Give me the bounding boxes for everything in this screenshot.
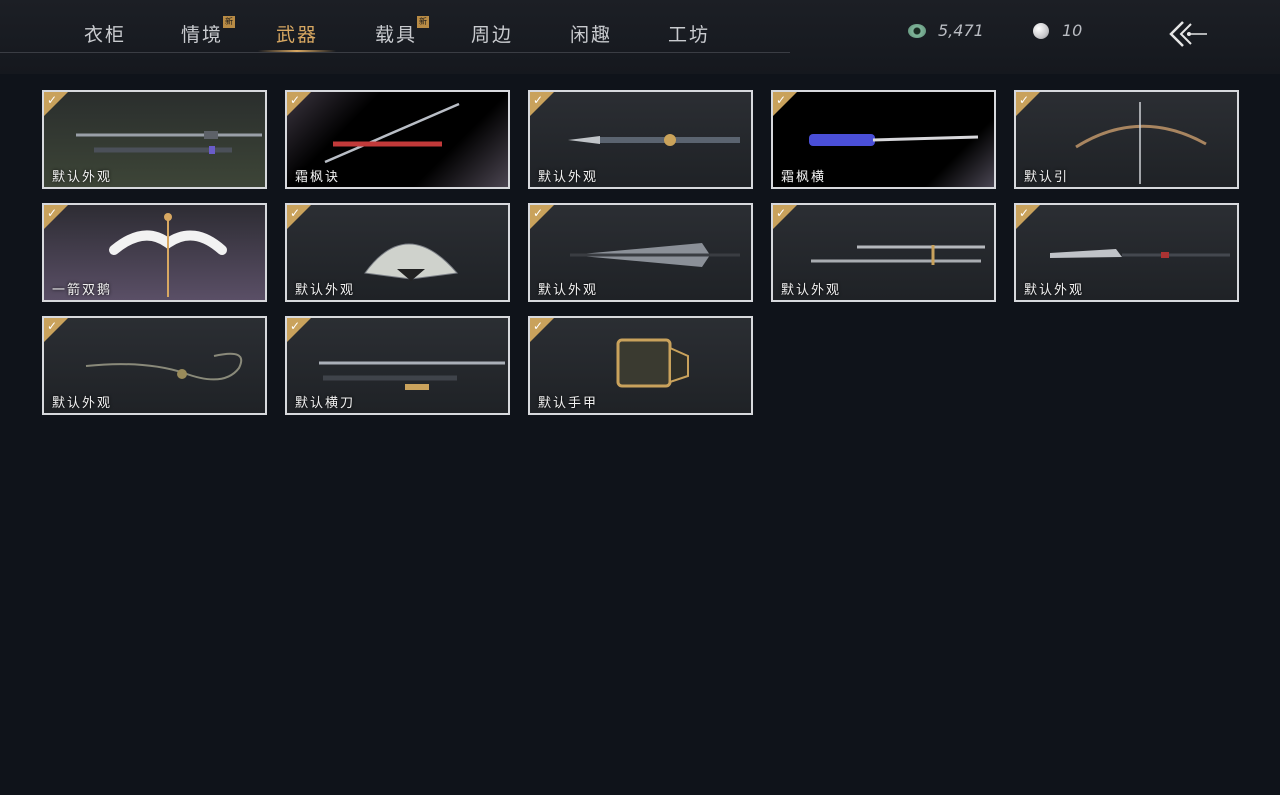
weapon-name: 默认外观 xyxy=(52,170,113,185)
check-icon: ✓ xyxy=(1019,93,1030,107)
check-icon: ✓ xyxy=(290,93,301,107)
tab-wardrobe[interactable]: 衣柜 xyxy=(84,20,126,47)
tab-weapons[interactable]: 武器 xyxy=(276,20,318,47)
check-icon: ✓ xyxy=(1019,206,1030,220)
weapon-name: 默认外观 xyxy=(1024,283,1085,298)
weapon-name: 霜枫横 xyxy=(781,170,827,185)
weapon-card[interactable]: ✓ 默认外观 xyxy=(528,90,753,189)
weapon-name: 默认外观 xyxy=(52,396,113,411)
weapon-name: 默认横刀 xyxy=(295,396,356,411)
category-tabs: 衣柜 情境新 武器 载具新 周边 闲趣 工坊 xyxy=(0,0,790,53)
tab-label: 衣柜 xyxy=(84,24,127,46)
tab-label: 闲趣 xyxy=(570,24,613,46)
new-badge: 新 xyxy=(223,16,236,28)
weapon-card[interactable]: ✓ 默认横刀 xyxy=(285,316,510,415)
weapon-name: 默认外观 xyxy=(538,170,599,185)
check-icon: ✓ xyxy=(533,93,544,107)
weapon-card[interactable]: ✓ 霜枫横 xyxy=(771,90,996,189)
check-icon: ✓ xyxy=(290,319,301,333)
weapon-name: 默认外观 xyxy=(295,283,356,298)
weapon-name: 默认手甲 xyxy=(538,396,599,411)
tab-scene[interactable]: 情境新 xyxy=(181,16,236,47)
tab-label: 武器 xyxy=(276,24,319,46)
check-icon: ✓ xyxy=(47,319,58,333)
check-icon: ✓ xyxy=(776,93,787,107)
weapon-name: 霜枫诀 xyxy=(295,170,341,185)
weapon-card[interactable]: ✓ 默认外观 xyxy=(285,203,510,302)
tab-leisure[interactable]: 闲趣 xyxy=(570,20,612,47)
weapon-name: 默认外观 xyxy=(538,283,599,298)
weapon-card[interactable]: ✓ 默认外观 xyxy=(1014,203,1239,302)
weapon-card[interactable]: ✓ 霜枫诀 xyxy=(285,90,510,189)
pearl-balance: 10 xyxy=(1062,21,1083,40)
weapon-card[interactable]: ✓ 一箭双鹅 xyxy=(42,203,267,302)
tab-label: 工坊 xyxy=(668,24,711,46)
check-icon: ✓ xyxy=(533,206,544,220)
back-button[interactable] xyxy=(1165,18,1211,52)
tab-label: 周边 xyxy=(471,24,514,46)
tab-workshop[interactable]: 工坊 xyxy=(668,20,710,47)
check-icon: ✓ xyxy=(290,206,301,220)
active-tab-underline xyxy=(258,50,336,52)
coin-balance: 5,471 xyxy=(938,21,984,40)
check-icon: ✓ xyxy=(533,319,544,333)
weapon-card[interactable]: ✓ 默认引 xyxy=(1014,90,1239,189)
weapon-name: 一箭双鹅 xyxy=(52,283,113,298)
tab-label: 载具 xyxy=(375,24,418,46)
check-icon: ✓ xyxy=(47,93,58,107)
weapon-card[interactable]: ✓ 默认外观 xyxy=(771,203,996,302)
tab-merch[interactable]: 周边 xyxy=(471,20,513,47)
weapon-card[interactable]: ✓ 默认外观 xyxy=(42,316,267,415)
pearl-icon xyxy=(1033,23,1049,39)
check-icon: ✓ xyxy=(776,206,787,220)
jade-coin-icon xyxy=(908,24,926,38)
tab-label: 情境 xyxy=(181,24,224,46)
weapon-card[interactable]: ✓ 默认外观 xyxy=(42,90,267,189)
weapon-card[interactable]: ✓ 默认手甲 xyxy=(528,316,753,415)
tab-vehicles[interactable]: 载具新 xyxy=(375,16,430,47)
new-badge: 新 xyxy=(417,16,430,28)
weapon-name: 默认外观 xyxy=(781,283,842,298)
weapon-name: 默认引 xyxy=(1024,170,1070,185)
back-arrow-icon xyxy=(1169,21,1207,47)
weapon-card[interactable]: ✓ 默认外观 xyxy=(528,203,753,302)
check-icon: ✓ xyxy=(47,206,58,220)
